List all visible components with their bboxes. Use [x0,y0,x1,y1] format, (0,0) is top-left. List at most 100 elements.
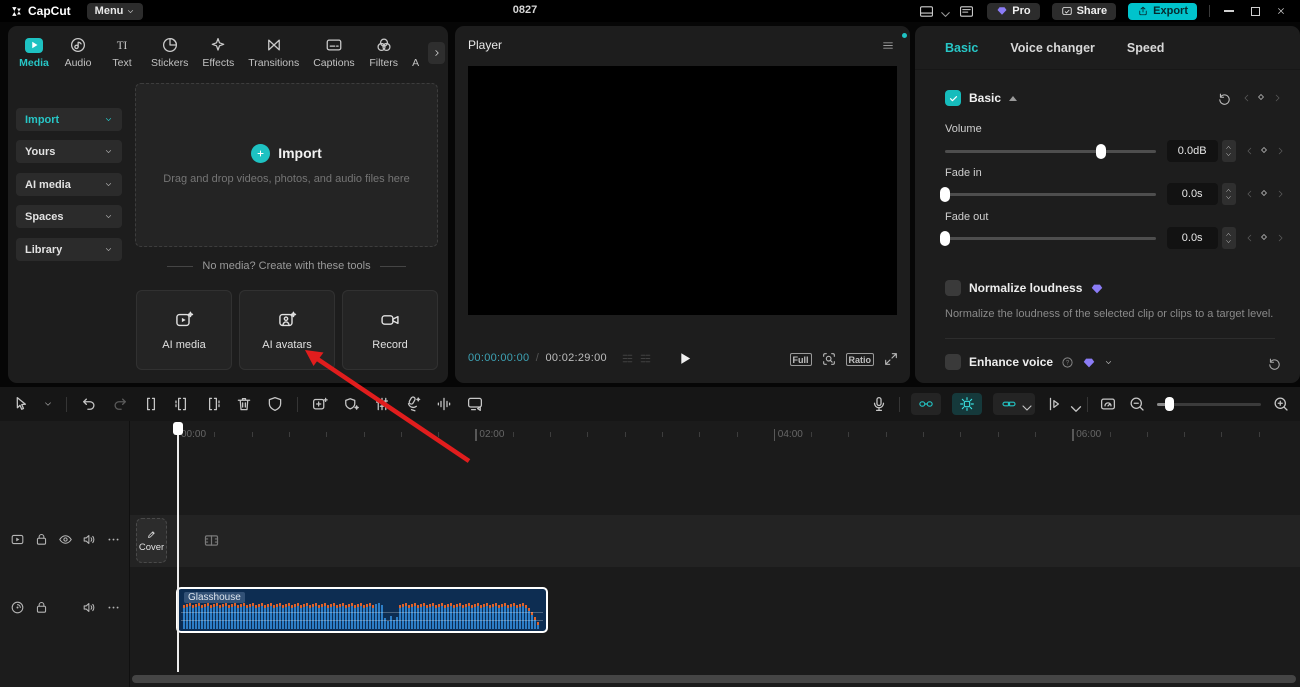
main-track-magnet-button[interactable] [911,393,941,415]
auto-captions-button[interactable] [466,395,484,413]
keyframe-next-icon[interactable] [1272,93,1282,103]
record-button[interactable]: Record [342,290,438,370]
enhance-voice-checkbox[interactable] [945,354,961,370]
player-menu-icon[interactable] [880,39,896,52]
nav-library[interactable]: Library [16,238,122,261]
volume-icon[interactable] [82,532,97,547]
timeline-ruler[interactable]: 00:0002:0004:0006:00 [130,422,1300,448]
import-dropzone[interactable]: Import Drag and drop videos, photos, and… [135,83,438,247]
mask-button[interactable] [266,395,284,413]
nav-spaces[interactable]: Spaces [16,205,122,228]
preview-axis-button[interactable] [1046,395,1076,413]
beat-detect-button[interactable] [435,395,453,413]
lock-icon[interactable] [34,532,49,547]
clip-linking-button[interactable] [993,393,1035,415]
tab-voice-changer[interactable]: Voice changer [1010,41,1095,55]
nav-ai-media[interactable]: AI media [16,173,122,196]
video-track[interactable] [130,515,1300,567]
render-preview-button[interactable] [1099,395,1117,413]
split-left-button[interactable] [173,395,191,413]
help-icon[interactable]: ? [1061,356,1074,369]
ai-media-button[interactable]: AI media [136,290,232,370]
stepper-up-icon[interactable] [1224,231,1233,238]
layout-compact-button[interactable] [958,4,975,19]
video-track-icon[interactable] [10,532,25,547]
tab-speed[interactable]: Speed [1127,41,1165,55]
tabs-scroll-button[interactable] [428,42,445,64]
stepper-down-icon[interactable] [1224,151,1233,158]
adjust-button[interactable] [373,395,391,413]
tab-audio[interactable]: Audio [56,31,100,74]
keyframe-next-icon[interactable] [1275,146,1285,156]
basic-checkbox[interactable] [945,90,961,106]
keyframe-next-icon[interactable] [1275,189,1285,199]
volume-stepper[interactable] [1222,140,1236,162]
normalize-loudness-checkbox[interactable] [945,280,961,296]
audio-track-icon[interactable] [10,600,25,615]
chevron-down-icon[interactable] [1104,358,1113,367]
tool-chevron-button[interactable] [43,399,53,409]
keyframe-icon[interactable] [1259,188,1271,200]
undo-button[interactable] [80,395,98,413]
tab-stickers[interactable]: Stickers [144,31,195,74]
zoom-in-button[interactable] [1272,395,1290,413]
volume-slider[interactable] [945,144,1156,158]
volume-icon[interactable] [82,600,97,615]
playhead[interactable] [177,423,179,672]
keyframe-icon[interactable] [1259,232,1271,244]
fade-out-stepper[interactable] [1222,227,1236,249]
stepper-up-icon[interactable] [1224,144,1233,151]
playhead-handle[interactable] [173,422,183,435]
voice-denoise-button[interactable] [404,395,422,413]
keyframe-controls[interactable] [1245,232,1285,244]
minimize-button[interactable] [1222,4,1236,18]
keyframe-prev-icon[interactable] [1245,233,1255,243]
tab-filters[interactable]: Filters [362,31,406,74]
more-icon[interactable] [106,532,121,547]
lock-icon[interactable] [34,600,49,615]
fade-out-slider[interactable] [945,231,1156,245]
keyframe-prev-icon[interactable] [1245,189,1255,199]
ai-avatars-button[interactable]: AI avatars [239,290,335,370]
more-icon[interactable] [106,600,121,615]
smart-cutout-button[interactable] [342,395,360,413]
reset-icon[interactable] [1217,91,1232,106]
audio-clip[interactable]: Glasshouse [176,587,548,633]
preview-list-icon[interactable] [621,352,634,365]
tab-effects[interactable]: Effects [195,31,241,74]
fullscreen-icon[interactable] [883,351,899,367]
fade-in-slider[interactable] [945,187,1156,201]
share-button[interactable]: Share [1052,3,1117,20]
video-preview[interactable] [468,66,897,315]
stepper-down-icon[interactable] [1224,238,1233,245]
reset-icon[interactable] [1267,356,1282,371]
eye-icon[interactable] [58,532,73,547]
tab-captions[interactable]: Captions [306,31,361,74]
fade-in-stepper[interactable] [1222,183,1236,205]
close-button[interactable] [1274,4,1288,18]
export-button[interactable]: Export [1128,3,1197,20]
select-tool-button[interactable] [12,395,30,413]
keyframe-prev-icon[interactable] [1245,146,1255,156]
redo-button[interactable] [111,395,129,413]
tab-media[interactable]: Media [12,31,56,74]
ratio-button[interactable]: Ratio [846,353,875,366]
record-voiceover-button[interactable] [870,395,888,413]
horizontal-scrollbar[interactable] [132,675,1296,683]
delete-button[interactable] [235,395,253,413]
play-button[interactable] [676,350,693,367]
tab-text[interactable]: TI Text [100,31,144,74]
fade-out-value[interactable]: 0.0s [1167,227,1218,249]
layout-wide-button[interactable] [918,4,946,19]
tab-transitions[interactable]: Transitions [241,31,306,74]
nav-import[interactable]: Import [16,108,122,131]
tab-basic[interactable]: Basic [945,41,978,55]
keyframe-icon[interactable] [1259,145,1271,157]
keyframe-next-icon[interactable] [1275,233,1285,243]
menu-button[interactable]: Menu [87,3,144,20]
zoom-out-button[interactable] [1128,395,1146,413]
keyframe-controls[interactable] [1245,145,1285,157]
full-preview-button[interactable]: Full [790,353,812,366]
keyframe-controls[interactable] [1245,188,1285,200]
nav-yours[interactable]: Yours [16,140,122,163]
